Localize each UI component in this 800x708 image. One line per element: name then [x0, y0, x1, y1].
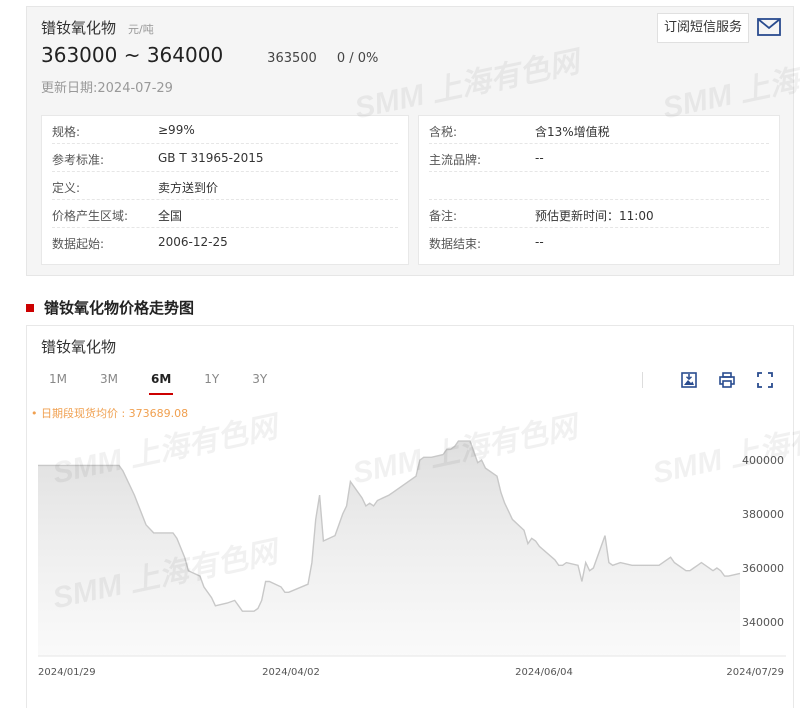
series-area — [38, 441, 740, 656]
x-tick-label: 2024/01/29 — [38, 667, 96, 678]
x-tick-label: 2024/07/29 — [726, 667, 784, 678]
y-tick-label: 380000 — [742, 508, 784, 521]
y-tick-label: 340000 — [742, 616, 784, 629]
x-tick-label: 2024/04/02 — [262, 667, 320, 678]
x-tick-label: 2024/06/04 — [515, 667, 573, 678]
price-trend-chart: 340000 360000 380000 400000 2024/01/29 2024/0… — [38, 440, 786, 678]
y-tick-label: 400000 — [742, 454, 784, 467]
y-tick-label: 360000 — [742, 562, 784, 575]
